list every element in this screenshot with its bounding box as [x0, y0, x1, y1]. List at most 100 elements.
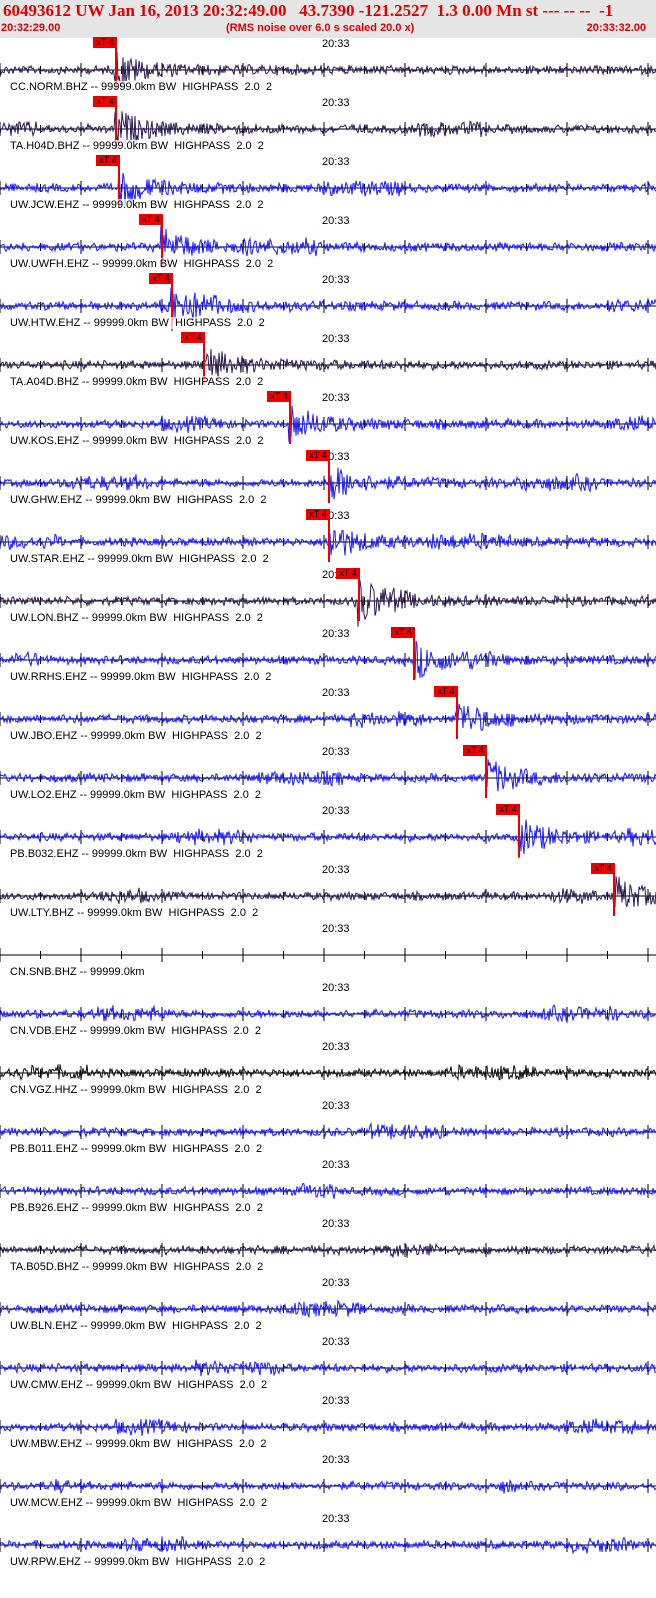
pick-line — [358, 575, 360, 621]
station-label: CC.NORM.BHZ -- 99999.0km BW HIGHPASS 2.0… — [10, 81, 273, 93]
time-marker: 20:33 — [321, 1336, 351, 1348]
station-label: TA.B05D.BHZ -- 99999.0km BW HIGHPASS 2.0… — [10, 1261, 264, 1273]
time-marker: 20:33 — [321, 628, 351, 640]
station-label: UW.MBW.EHZ -- 99999.0km BW HIGHPASS 2.0 … — [10, 1438, 267, 1450]
station-label: UW.JCW.EHZ -- 99999.0km BW HIGHPASS 2.0 … — [10, 199, 264, 211]
trace-row: 20:33 CN.SNB.BHZ -- 99999.0km — [0, 923, 656, 982]
pick-line — [518, 811, 520, 857]
pick-marker: xT 4 — [149, 273, 173, 284]
station-label: CN.SNB.BHZ -- 99999.0km — [10, 966, 145, 978]
waveform — [0, 759, 656, 792]
station-label: TA.H04D.BHZ -- 99999.0km BW HIGHPASS 2.0… — [10, 140, 264, 152]
station-label: UW.STAR.EHZ -- 99999.0km BW HIGHPASS 2.0… — [10, 553, 269, 565]
time-marker: 20:33 — [321, 1159, 351, 1171]
pick-marker: xT 4 — [306, 509, 330, 520]
waveform — [0, 1536, 656, 1555]
trace-row: 20:33 xT 4 UW.JBO.EHZ -- 99999.0km BW HIGH… — [0, 686, 656, 746]
waveform — [0, 1299, 656, 1318]
pick-marker: xT 4 — [93, 96, 117, 107]
pick-line — [485, 752, 487, 798]
pick-marker: xT 4 — [391, 627, 415, 638]
trace-row: 20:33 PB.B011.EHZ -- 99999.0km BW HIGHPAS… — [0, 1100, 656, 1159]
time-marker: 20:33 — [321, 805, 351, 817]
pick-line — [289, 398, 291, 444]
record-header: 60493612 UW Jan 16, 2013 20:32:49.00 43.… — [0, 0, 656, 38]
station-label: UW.KOS.EHZ -- 99999.0km BW HIGHPASS 2.0 … — [10, 435, 264, 447]
trace-row: 20:33 xT 4 CC.NORM.BHZ -- 99999.0km BW HIG… — [0, 37, 656, 97]
trace-row: 20:33 CN.VGZ.HHZ -- 99999.0km BW HIGHPASS… — [0, 1041, 656, 1100]
time-marker: 20:33 — [321, 1454, 351, 1466]
trace-row: 20:33 xT 4 UW.UWFH.EHZ -- 99999.0km BW HIG… — [0, 214, 656, 274]
trace-row: 20:33 UW.CMW.EHZ -- 99999.0km BW HIGHPASS… — [0, 1336, 656, 1395]
time-marker: 20:33 — [321, 1513, 351, 1525]
trace-row: 20:33xT 4UW.LON.BHZ -- 99999.0km BW HIGH… — [0, 568, 656, 628]
time-marker: 20:33 — [321, 215, 351, 227]
trace-row: 20:33 UW.BLN.EHZ -- 99999.0km BW HIGHPASS… — [0, 1277, 656, 1336]
station-label: UW.GHW.EHZ -- 99999.0km BW HIGHPASS 2.0 … — [10, 494, 267, 506]
waveform — [0, 876, 656, 910]
station-label: UW.LO2.EHZ -- 99999.0km BW HIGHPASS 2.0 … — [10, 789, 262, 801]
time-marker: 20:33 — [321, 274, 351, 286]
trace-row: 20:33 xT 4 TA.H04D.BHZ -- 99999.0km BW HIG… — [0, 96, 656, 156]
time-marker: 20:33 — [321, 1041, 351, 1053]
trace-row: 20:33 UW.MCW.EHZ -- 99999.0km BW HIGHPASS… — [0, 1454, 656, 1513]
time-marker: 20:33 — [321, 687, 351, 699]
time-marker: 20:33 — [321, 333, 351, 345]
pick-marker: xT 4 — [96, 155, 120, 166]
pick-marker: xT 4 — [306, 450, 330, 461]
trace-row: 20:33 xT 4 UW.LO2.EHZ -- 99999.0km BW HIGH… — [0, 745, 656, 805]
station-label: UW.BLN.EHZ -- 99999.0km BW HIGHPASS 2.0 … — [10, 1320, 262, 1332]
end-time: 20:33:32.00 — [586, 22, 646, 34]
waveform — [0, 224, 656, 262]
trace-row: 20:33 xT 4 UW.RRHS.EHZ -- 99999.0km BW HIG… — [0, 627, 656, 687]
pick-marker: xT 4 — [463, 745, 487, 756]
trace-row: 20:33 xT 4 UW.GHW.EHZ -- 99999.0km BW HIGH… — [0, 450, 656, 510]
time-marker: 20:33 — [321, 392, 351, 404]
trace-row: 20:33 xT 4 UW.KOS.EHZ -- 99999.0km BW HIGH… — [0, 391, 656, 451]
event-title: 60493612 UW Jan 16, 2013 20:32:49.00 43.… — [3, 1, 614, 20]
scaling-note: (RMS noise over 6.0 s scaled 20.0 x) — [226, 22, 415, 34]
time-marker: 20:33 — [321, 38, 351, 50]
station-label: UW.JBO.EHZ -- 99999.0km BW HIGHPASS 2.0 … — [10, 730, 262, 742]
trace-row: 20:33 PB.B926.EHZ -- 99999.0km BW HIGHPAS… — [0, 1159, 656, 1218]
trace-row: 20:33 xT 4 PB.B032.EHZ -- 99999.0km BW HIG… — [0, 804, 656, 864]
pick-line — [328, 457, 330, 503]
seismogram-traces: 20:33 xT 4 CC.NORM.BHZ -- 99999.0km BW HIG… — [0, 37, 656, 1598]
pick-marker: xT 4 — [591, 863, 615, 874]
station-label: UW.HTW.EHZ -- 99999.0km BW HIGHPASS 2.0 … — [10, 317, 265, 329]
pick-line — [328, 516, 330, 562]
station-label: UW.UWFH.EHZ -- 99999.0km BW HIGHPASS 2.0… — [10, 258, 274, 270]
pick-marker: xT 4 — [93, 37, 117, 48]
time-marker: 20:33 — [321, 746, 351, 758]
trace-row: 20:33 UW.MBW.EHZ -- 99999.0km BW HIGHPASS… — [0, 1395, 656, 1454]
waveform — [0, 1182, 656, 1199]
trace-row: 20:33 xT 4 UW.LTY.BHZ -- 99999.0km BW HIGH… — [0, 863, 656, 923]
time-marker: 20:33 — [321, 923, 351, 935]
station-label: UW.CMW.EHZ -- 99999.0km BW HIGHPASS 2.0 … — [10, 1379, 268, 1391]
trace-row: 20:33 UW.RPW.EHZ -- 99999.0km BW HIGHPASS… — [0, 1513, 656, 1572]
trace-row: 20:33 xT 4 TA.A04D.BHZ -- 99999.0km BW HIG… — [0, 332, 656, 392]
waveform — [0, 1064, 656, 1081]
pick-marker: xT 4 — [434, 686, 458, 697]
start-time: 20:32:29.00 — [1, 22, 61, 34]
pick-line — [413, 634, 415, 680]
station-label: UW.MCW.EHZ -- 99999.0km BW HIGHPASS 2.0 … — [10, 1497, 268, 1509]
trace-row: 20:33 CN.VDB.EHZ -- 99999.0km BW HIGHPASS… — [0, 982, 656, 1041]
time-marker: 20:33 — [321, 156, 351, 168]
trace-row: 20:33 TA.B05D.BHZ -- 99999.0km BW HIGHPAS… — [0, 1218, 656, 1277]
pick-marker: xT 4 — [496, 804, 520, 815]
time-marker: 20:33 — [321, 1277, 351, 1289]
station-label: PB.B032.EHZ -- 99999.0km BW HIGHPASS 2.0… — [10, 848, 263, 860]
station-label: UW.LON.BHZ -- 99999.0km BW HIGHPASS 2.0 … — [10, 612, 263, 624]
pick-marker: xT 4 — [181, 332, 205, 343]
pick-line — [613, 870, 615, 916]
pick-marker: xT 4 — [267, 391, 291, 402]
pick-line — [456, 693, 458, 739]
pick-marker: xT 4 — [336, 568, 360, 579]
station-label: PB.B926.EHZ -- 99999.0km BW HIGHPASS 2.0… — [10, 1202, 263, 1214]
time-marker: 20:33 — [321, 982, 351, 994]
time-marker: 20:33 — [321, 1218, 351, 1230]
pick-marker: xT 4 — [139, 214, 163, 225]
time-marker: 20:33 — [321, 1395, 351, 1407]
station-label: CN.VDB.EHZ -- 99999.0km BW HIGHPASS 2.0 … — [10, 1025, 262, 1037]
